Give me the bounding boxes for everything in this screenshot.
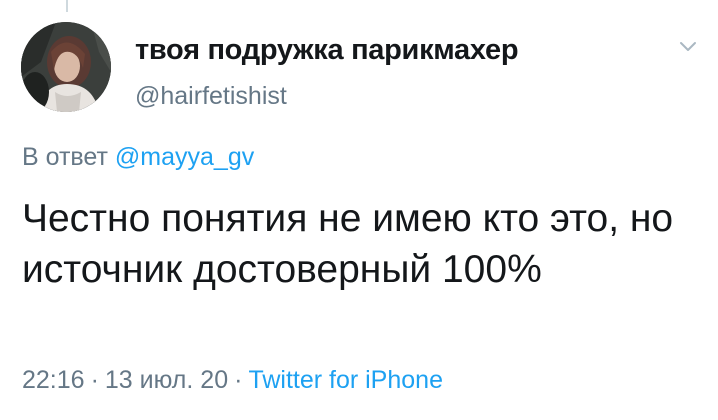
tweet-date[interactable]: 13 июл. 20 [105,366,228,394]
author-display-name[interactable]: твоя подружка парикмахер [135,34,519,67]
reply-mention-link[interactable]: @mayya_gv [115,143,254,171]
tweet-meta: 22:16 · 13 июл. 20 · Twitter for iPhone [22,366,443,395]
avatar-image [21,22,111,112]
meta-separator: · [90,366,99,394]
author-handle[interactable]: @hairfetishist [135,82,287,111]
tweet-text: Честно понятия не имею кто это, но источ… [22,197,674,291]
tweet-source-link[interactable]: Twitter for iPhone [248,366,443,394]
reply-prefix: В ответ [22,143,108,171]
meta-separator: · [234,366,243,394]
chevron-down-icon[interactable] [678,40,698,54]
avatar[interactable] [21,22,111,112]
reply-context: В ответ @mayya_gv [22,143,254,172]
tweet-time[interactable]: 22:16 [22,366,85,394]
thread-connector-line [66,0,68,12]
